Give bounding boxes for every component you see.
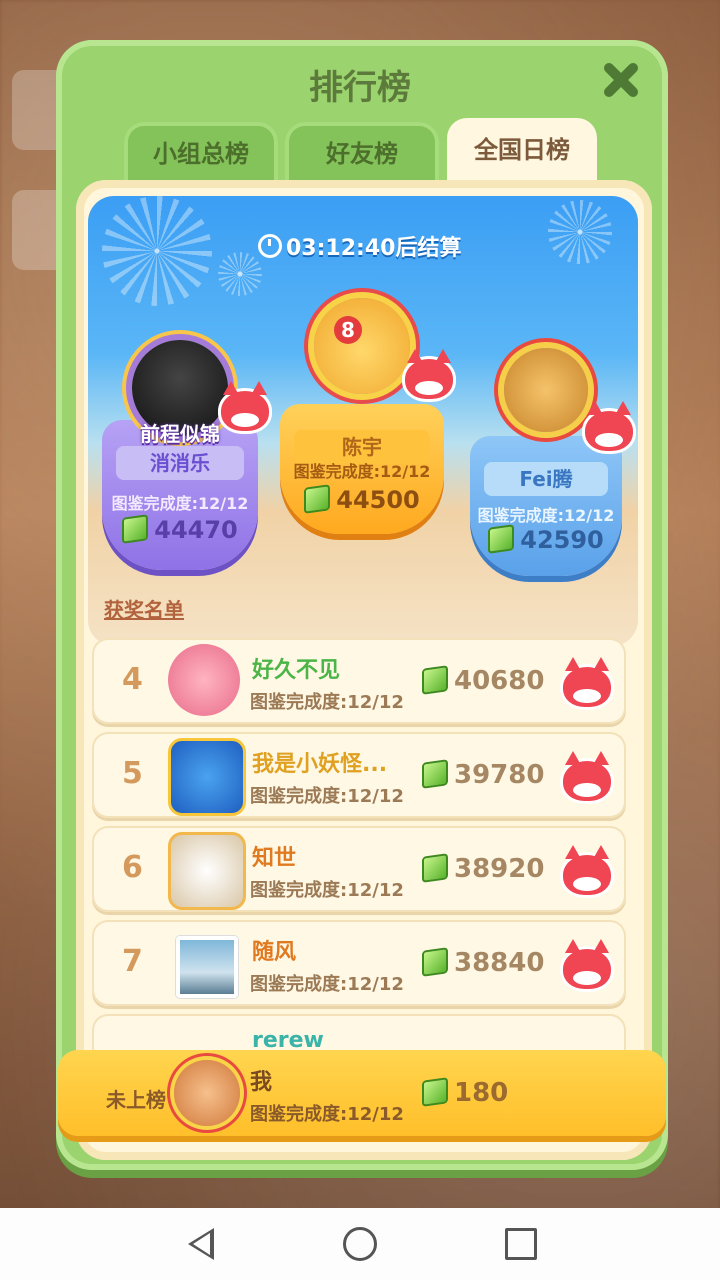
table-row[interactable]: 5 我是小妖怪... 图鉴完成度:12/12 39780: [92, 732, 626, 818]
my-rank-label: 未上榜: [106, 1088, 166, 1112]
fox-icon: [560, 939, 614, 992]
tab-national-daily[interactable]: 全国日榜: [447, 118, 597, 184]
tab-friends[interactable]: 好友榜: [285, 122, 439, 184]
player-name: 我是小妖怪...: [252, 752, 388, 777]
player-score: 180: [422, 1077, 508, 1108]
table-row[interactable]: 7 随风 图鉴完成度:12/12 38840: [92, 920, 626, 1006]
fox-icon: [560, 845, 614, 898]
home-icon[interactable]: [343, 1227, 377, 1261]
gem-icon: [488, 524, 515, 554]
player-name: 好久不见: [252, 658, 341, 683]
firework-decoration: [102, 196, 212, 306]
podium-score: 44500: [280, 484, 444, 514]
back-icon[interactable]: [188, 1228, 214, 1260]
avatar: [168, 644, 240, 716]
my-rank-bar[interactable]: 未上榜 我 图鉴完成度:12/12 180: [58, 1050, 666, 1136]
avatar: [314, 298, 410, 394]
podium-progress: 图鉴完成度:12/12: [111, 494, 249, 513]
podium-third[interactable]: Fei腾 图鉴完成度:12/12 42590: [470, 436, 622, 576]
fox-icon: [560, 751, 614, 804]
close-icon[interactable]: [600, 60, 640, 100]
player-name: 知世: [252, 846, 297, 871]
player-progress: 图鉴完成度:12/12: [250, 786, 404, 807]
avatar: [174, 1060, 240, 1126]
rank-number: 5: [122, 756, 143, 791]
podium-name: Fei腾: [484, 462, 608, 496]
fox-icon: [402, 349, 456, 402]
fox-icon: [218, 381, 272, 434]
gem-icon: [304, 484, 331, 514]
fox-icon: [560, 657, 614, 710]
gem-icon: [422, 1077, 448, 1107]
avatar: [168, 738, 246, 816]
recent-apps-icon[interactable]: [505, 1228, 537, 1260]
firework-decoration: [548, 200, 612, 264]
table-row[interactable]: 4 好久不见 图鉴完成度:12/12 40680: [92, 638, 626, 724]
title-badge: 前程似锦: [140, 422, 220, 446]
rank-number: 6: [122, 850, 143, 885]
avatar: [176, 936, 238, 998]
podium-first[interactable]: 陈宇 图鉴完成度:12/12 44500: [280, 404, 444, 534]
firework-decoration: [218, 252, 262, 296]
player-progress: 图鉴完成度:12/12: [250, 1104, 404, 1125]
navigation-bar: [0, 1208, 720, 1280]
table-row[interactable]: 6 知世 图鉴完成度:12/12 38920: [92, 826, 626, 912]
podium-score: 42590: [470, 524, 622, 554]
player-score: 38840: [422, 947, 544, 978]
podium-score: 44470: [102, 514, 258, 544]
player-progress: 图鉴完成度:12/12: [250, 880, 404, 901]
rank-crown-badge: 8: [334, 316, 362, 344]
awards-list-link[interactable]: 获奖名单: [104, 594, 184, 623]
podium-progress: 图鉴完成度:12/12: [293, 462, 431, 481]
clock-icon: [258, 234, 282, 258]
avatar: [504, 348, 588, 432]
podium-name: 消消乐: [116, 446, 244, 480]
gem-icon: [422, 947, 448, 977]
player-score: 38920: [422, 853, 544, 884]
podium-progress: 图鉴完成度:12/12: [477, 506, 615, 525]
fox-icon: [582, 401, 636, 454]
gem-icon: [422, 759, 448, 789]
gem-icon: [422, 665, 448, 695]
settlement-timer: 03:12:40后结算: [258, 230, 461, 262]
player-name: 随风: [252, 940, 297, 965]
player-progress: 图鉴完成度:12/12: [250, 974, 404, 995]
player-progress: 图鉴完成度:12/12: [250, 692, 404, 713]
gem-icon: [422, 853, 448, 883]
player-score: 39780: [422, 759, 544, 790]
rank-number: 4: [122, 662, 143, 697]
rank-number: 7: [122, 944, 143, 979]
player-score: 40680: [422, 665, 544, 696]
tab-group-total[interactable]: 小组总榜: [124, 122, 278, 184]
player-name: 我: [250, 1070, 273, 1095]
avatar: [168, 832, 246, 910]
gem-icon: [122, 514, 149, 544]
